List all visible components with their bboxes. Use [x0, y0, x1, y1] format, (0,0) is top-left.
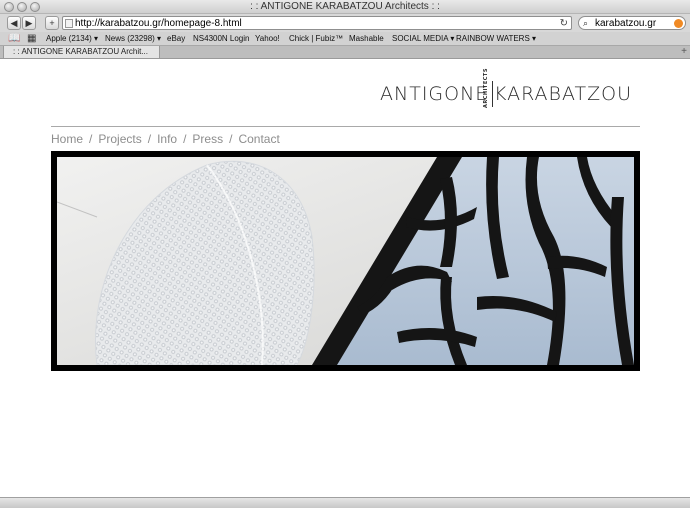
bookmark-item[interactable]: SOCIAL MEDIA ▾: [392, 33, 454, 45]
logo-divider: [492, 81, 493, 107]
bookmark-item[interactable]: eBay: [167, 33, 185, 45]
search-icon: ⌕: [583, 18, 589, 28]
site-logo[interactable]: ANTIGONE ARCHITECTS KARABATZOU: [380, 68, 632, 108]
search-input[interactable]: karabatzou.gr: [595, 17, 656, 30]
new-tab-icon[interactable]: +: [681, 46, 687, 58]
window-titlebar: : : ANTIGONE KARABATZOU Architects : :: [0, 0, 690, 14]
url-text[interactable]: http://karabatzou.gr/homepage-8.html: [75, 17, 242, 30]
hero-image-frame: [51, 151, 640, 371]
nav-separator: /: [229, 132, 233, 146]
top-sites-grid-icon[interactable]: ▦: [27, 33, 36, 45]
add-bookmark-button[interactable]: +: [45, 16, 59, 30]
site-nav: Home / Projects / Info / Press / Contact: [51, 132, 280, 146]
hero-image: [57, 157, 634, 365]
nav-separator: /: [147, 132, 152, 146]
nav-separator: /: [89, 132, 93, 146]
nav-press[interactable]: Press: [192, 132, 223, 146]
bookmark-item[interactable]: NS4300N Login: [193, 33, 249, 45]
nav-contact[interactable]: Contact: [238, 132, 279, 146]
reload-icon[interactable]: ↻: [560, 17, 568, 30]
tab-strip: : : ANTIGONE KARABATZOU Archit... +: [0, 46, 690, 59]
nav-info[interactable]: Info: [157, 132, 177, 146]
bookmark-item[interactable]: Yahoo!: [255, 33, 280, 45]
back-button[interactable]: ◀: [7, 16, 21, 30]
nav-separator: /: [183, 132, 187, 146]
reading-list-icon[interactable]: 📖: [8, 33, 20, 45]
bookmark-item[interactable]: RAINBOW WATERS ▾: [456, 33, 536, 45]
snapback-icon[interactable]: [674, 19, 683, 28]
bookmark-item[interactable]: News (23298) ▾: [105, 33, 161, 45]
page-favicon-icon: [65, 19, 73, 28]
hero-photo-illustration: [57, 157, 634, 365]
tab-current[interactable]: : : ANTIGONE KARABATZOU Archit...: [3, 46, 160, 59]
status-bar: [0, 497, 690, 508]
logo-last-name: KARABATZOU: [494, 83, 632, 105]
search-field[interactable]: ⌕ karabatzou.gr: [578, 16, 686, 30]
window-title: : : ANTIGONE KARABATZOU Architects : :: [250, 1, 440, 12]
bookmarks-bar: 📖 ▦ Apple (2134) ▾ News (23298) ▾ eBay N…: [0, 32, 690, 46]
web-page: ANTIGONE ARCHITECTS KARABATZOU Home / Proj…: [0, 60, 690, 497]
header-divider: [51, 126, 640, 127]
forward-button[interactable]: ▶: [22, 16, 36, 30]
logo-first-name: ANTIGONE: [380, 83, 489, 105]
nav-projects[interactable]: Projects: [98, 132, 141, 146]
address-bar[interactable]: http://karabatzou.gr/homepage-8.html ↻: [62, 16, 572, 30]
bookmark-item[interactable]: Chick | Fubiz™: [289, 33, 343, 45]
bookmark-item[interactable]: Apple (2134) ▾: [46, 33, 98, 45]
browser-toolbar: ◀ ▶ + http://karabatzou.gr/homepage-8.ht…: [0, 14, 690, 32]
bookmark-item[interactable]: Mashable: [349, 33, 384, 45]
nav-home[interactable]: Home: [51, 132, 83, 146]
